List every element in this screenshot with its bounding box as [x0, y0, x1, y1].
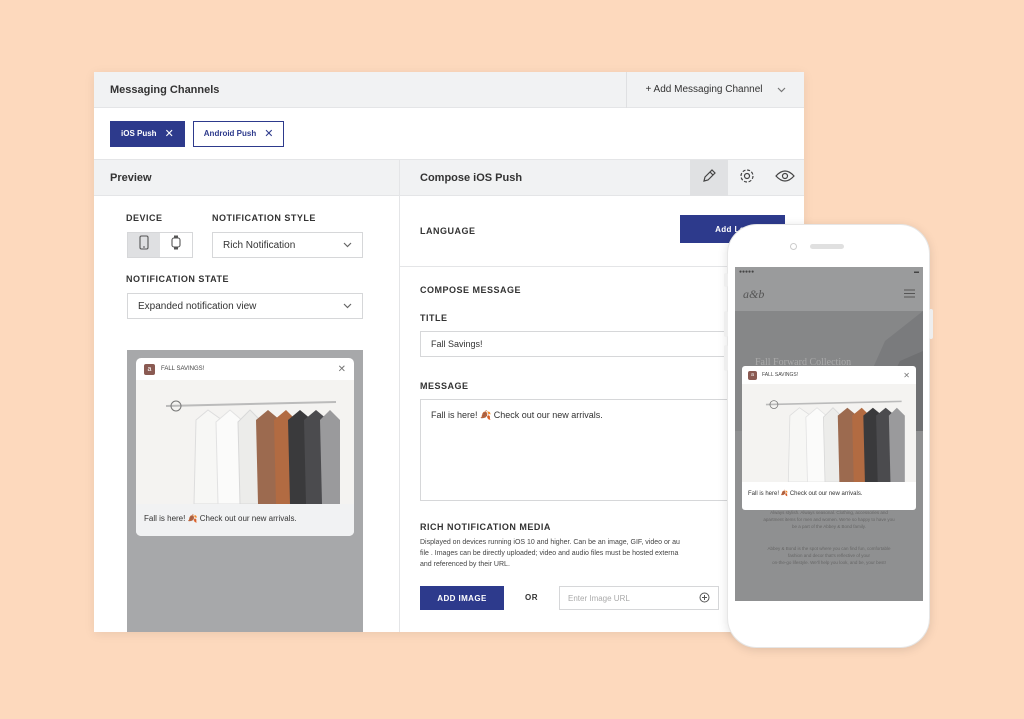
chevron-down-icon: [343, 301, 352, 311]
compose-tools: [690, 159, 804, 196]
notification-title: FALL SAVINGS!: [161, 366, 205, 372]
notification-card: a FALL SAVINGS! ✕ Fall is here! 🍂 Check …: [136, 358, 354, 536]
notification-state-value: Expanded notification view: [138, 300, 257, 312]
notification-header: a FALL SAVINGS! ✕: [136, 358, 354, 380]
phone-notification-body: Fall is here! 🍂 Check out our new arriva…: [748, 491, 863, 497]
image-url-input[interactable]: Enter Image URL: [559, 586, 719, 610]
page-title: Messaging Channels: [110, 83, 220, 96]
device-watch-option[interactable]: [160, 233, 192, 257]
phone-mockup: ●●●●● ▬ a&b Fall Forward Collection Alwa…: [724, 224, 933, 648]
site-text-line: on-the-go lifestyle. We'll help you look…: [772, 560, 886, 565]
phone-icon: [139, 235, 149, 255]
phone-notification-card[interactable]: a FALL SAVINGS! ✕ Fall is here! 🍂 Check …: [742, 366, 916, 510]
site-logo: a&b: [743, 286, 765, 301]
site-text-line: apartment items for men and women. We're…: [763, 517, 895, 522]
site-paragraph: Abbey & Bond is the spot where you can f…: [743, 545, 915, 566]
watch-icon: [171, 235, 181, 255]
preview-title: Preview: [94, 160, 399, 196]
eye-icon: [775, 169, 795, 186]
or-label: OR: [525, 593, 538, 602]
add-image-button[interactable]: ADD IMAGE: [420, 586, 504, 610]
language-label: LANGUAGE: [420, 226, 476, 236]
notification-style-select[interactable]: Rich Notification: [212, 232, 363, 258]
message-label: MESSAGE: [420, 381, 469, 391]
card-header: Messaging Channels + Add Messaging Chann…: [94, 72, 804, 108]
compose-title: Compose iOS Push: [420, 171, 523, 184]
notification-style-value: Rich Notification: [223, 239, 296, 251]
device-phone-option[interactable]: [128, 233, 160, 257]
gear-icon: [739, 168, 755, 187]
status-bar: ●●●●● ▬: [735, 267, 923, 277]
app-icon: a: [748, 370, 757, 380]
description-line: and referenced by their URL.: [420, 561, 510, 568]
device-label: DEVICE: [126, 213, 163, 223]
close-icon[interactable]: ✕: [338, 364, 346, 375]
channel-chip-ios-push[interactable]: iOS Push ✕: [110, 120, 185, 147]
preview-pane: Preview DEVICE NOTIFICATION STYLE Rich N…: [94, 160, 400, 632]
signal-icon: ●●●●●: [739, 269, 755, 275]
notification-state-select[interactable]: Expanded notification view: [127, 293, 363, 319]
title-input[interactable]: Fall Savings!: [420, 331, 740, 357]
phone-screen: ●●●●● ▬ a&b Fall Forward Collection Alwa…: [735, 267, 923, 601]
plus-circle-icon[interactable]: [699, 592, 710, 605]
chevron-down-icon: [777, 85, 786, 95]
image-url-placeholder: Enter Image URL: [568, 593, 630, 603]
compose-header: Compose iOS Push: [400, 159, 804, 196]
message-textarea[interactable]: Fall is here! 🍂 Check out our new arriva…: [420, 399, 740, 501]
rich-media-description: Displayed on devices running iOS 10 and …: [420, 537, 740, 570]
phone-side-button: [724, 273, 728, 287]
settings-button[interactable]: [728, 160, 766, 196]
chevron-down-icon: [343, 240, 352, 250]
device-toggle: [127, 232, 193, 258]
channel-chip-row: iOS Push ✕ Android Push ✕: [94, 108, 804, 160]
site-text-line: fashion and decor that's reflective of y…: [788, 553, 870, 558]
rich-media-label: RICH NOTIFICATION MEDIA: [420, 522, 551, 532]
site-header: a&b: [735, 277, 923, 311]
messaging-channels-card: Messaging Channels + Add Messaging Chann…: [94, 72, 804, 632]
phone-power-button: [929, 309, 933, 339]
phone-notification-title: FALL SAVINGS!: [762, 372, 799, 378]
site-text-line: be a part of the Abbey & Bond family.: [792, 524, 866, 529]
site-paragraph: Always stylish. Always seasonal. Clothin…: [743, 509, 915, 530]
chip-label: Android Push: [203, 129, 257, 138]
compose-message-label: COMPOSE MESSAGE: [420, 285, 522, 295]
clothing-rack-image: [136, 380, 354, 504]
preview-button[interactable]: [766, 160, 804, 196]
add-channel-label: + Add Messaging Channel: [645, 84, 763, 95]
notification-style-label: NOTIFICATION STYLE: [212, 213, 316, 223]
close-icon[interactable]: ✕: [903, 371, 910, 380]
phone-side-button: [724, 345, 728, 371]
speaker-grille: [810, 244, 844, 249]
notification-body: Fall is here! 🍂 Check out our new arriva…: [136, 504, 354, 536]
add-messaging-channel-button[interactable]: + Add Messaging Channel: [626, 72, 804, 108]
edit-button[interactable]: [690, 159, 728, 196]
description-line: file . Images can be directly uploaded; …: [420, 550, 679, 557]
app-icon: a: [144, 363, 155, 375]
description-line: Displayed on devices running iOS 10 and …: [420, 539, 680, 546]
close-icon[interactable]: ✕: [165, 127, 174, 140]
title-label: TITLE: [420, 313, 448, 323]
chip-label: iOS Push: [121, 129, 157, 138]
menu-icon[interactable]: [904, 285, 915, 303]
close-icon[interactable]: ✕: [264, 127, 273, 140]
site-text-line: Abbey & Bond is the spot where you can f…: [767, 546, 891, 551]
camera-icon: [790, 243, 797, 250]
battery-icon: ▬: [914, 269, 919, 275]
channel-chip-android-push[interactable]: Android Push ✕: [192, 120, 285, 147]
clothing-rack-image: [742, 384, 916, 482]
phone-notification-header: a FALL SAVINGS! ✕: [742, 366, 916, 384]
notification-preview-area: a FALL SAVINGS! ✕ Fall is here! 🍂 Check …: [127, 350, 363, 632]
notification-state-label: NOTIFICATION STATE: [126, 274, 229, 284]
pencil-icon: [701, 168, 717, 187]
site-text-line: Always stylish. Always seasonal. Clothin…: [770, 510, 888, 515]
phone-side-button: [724, 311, 728, 337]
